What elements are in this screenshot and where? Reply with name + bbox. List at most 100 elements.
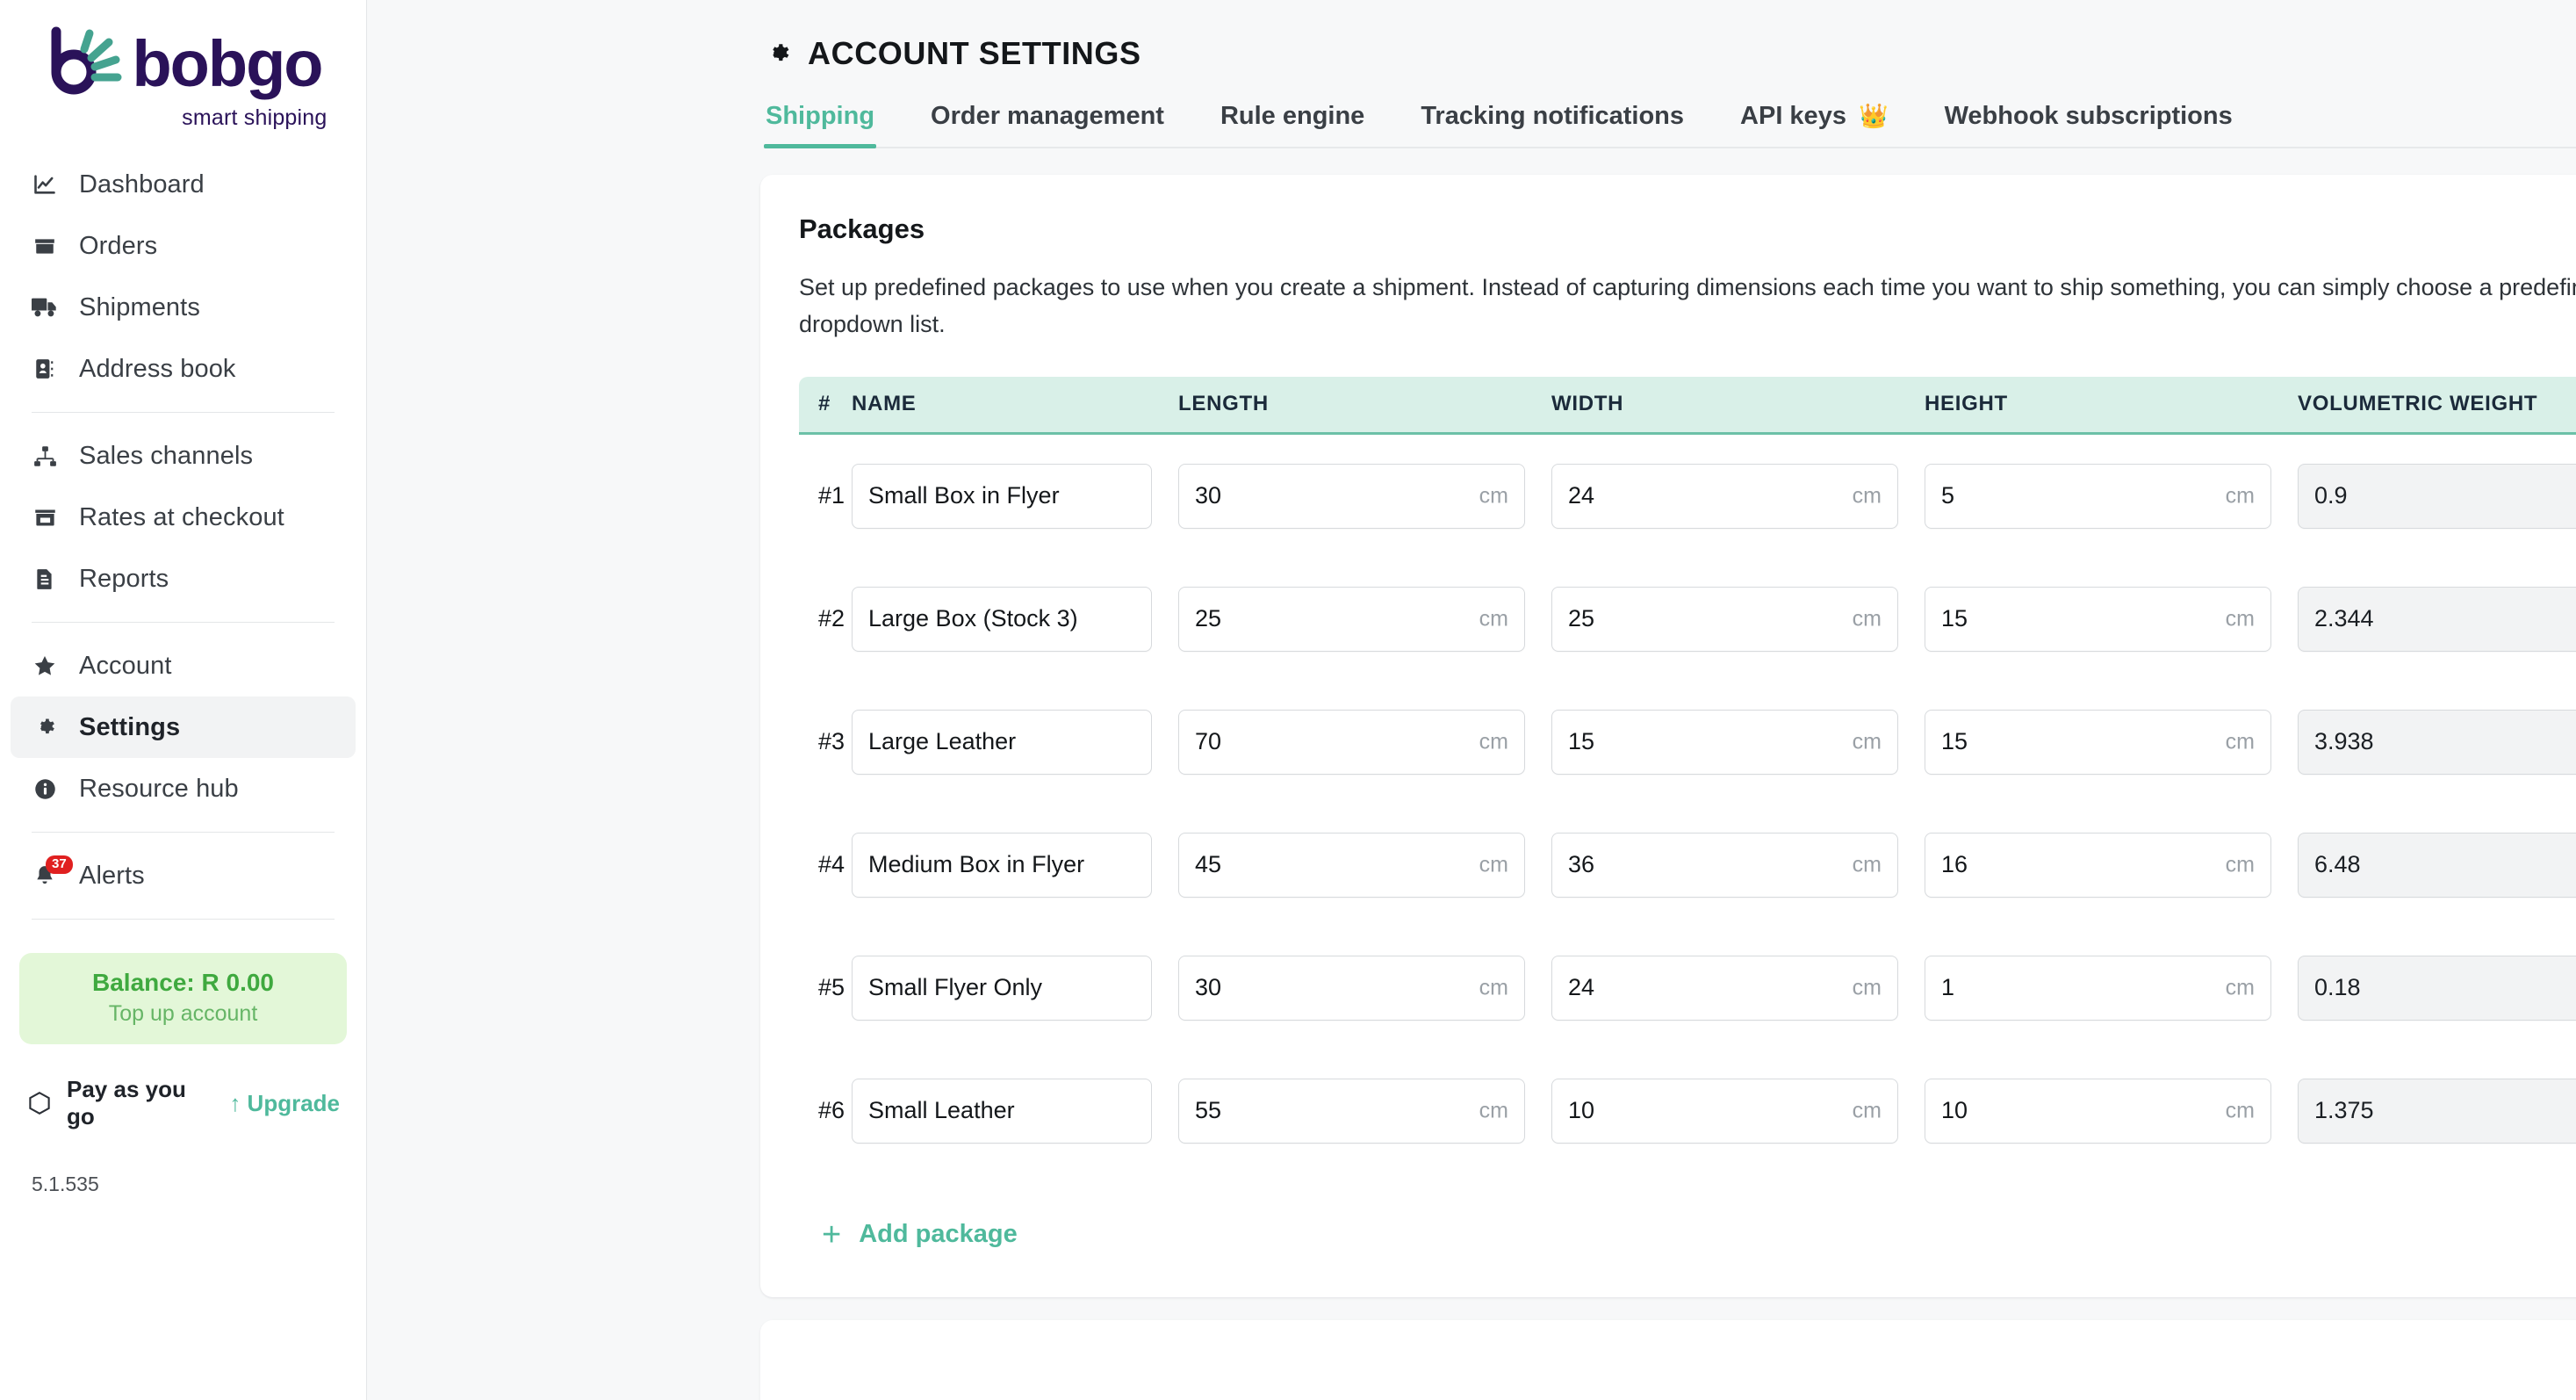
top-up-account-link[interactable]: Top up account: [28, 1001, 338, 1027]
sitemap-icon: [32, 443, 58, 469]
package-height-field[interactable]: cm: [1925, 832, 2271, 898]
sidebar-item-settings[interactable]: Settings: [11, 696, 356, 758]
tab-shipping[interactable]: Shipping: [764, 102, 877, 148]
package-height-field[interactable]: cm: [1925, 709, 2271, 775]
row-number: #3: [818, 728, 845, 755]
packages-title: Packages: [799, 213, 925, 244]
package-width-field[interactable]: cm: [1551, 832, 1898, 898]
package-name-input[interactable]: [853, 956, 1151, 1020]
sidebar-item-orders[interactable]: Orders: [11, 215, 356, 277]
sidebar-item-label: Sales channels: [79, 441, 254, 470]
package-height-field[interactable]: cm: [1925, 1078, 2271, 1144]
sidebar-item-reports[interactable]: Reports: [11, 548, 356, 610]
package-name-field[interactable]: [852, 586, 1152, 652]
package-width-input[interactable]: [1552, 833, 1897, 897]
package-name-input[interactable]: [853, 710, 1151, 774]
package-width-input[interactable]: [1552, 464, 1897, 528]
package-length-input[interactable]: [1179, 956, 1524, 1020]
gear-icon: [32, 714, 58, 740]
sidebar-divider: [32, 622, 335, 623]
sidebar-item-alerts[interactable]: 37 Alerts: [11, 845, 356, 906]
package-name-input[interactable]: [853, 833, 1151, 897]
sidebar-item-label: Shipments: [79, 292, 200, 321]
packages-description: Set up predefined packages to use when y…: [799, 274, 2576, 337]
plus-icon: +: [822, 1216, 842, 1253]
row-number: #1: [818, 482, 845, 509]
tab-tracking-notifications[interactable]: Tracking notifications: [1419, 102, 1686, 147]
package-width-field[interactable]: cm: [1551, 955, 1898, 1021]
column-header-name: NAME: [852, 392, 917, 416]
package-length-input[interactable]: [1179, 464, 1524, 528]
package-length-field[interactable]: cm: [1178, 832, 1525, 898]
sidebar-item-label: Settings: [79, 712, 181, 741]
package-height-field[interactable]: cm: [1925, 463, 2271, 529]
storefront-icon: [32, 504, 58, 530]
tab-rule-engine[interactable]: Rule engine: [1219, 102, 1366, 147]
upgrade-link[interactable]: ↑ Upgrade: [229, 1090, 340, 1117]
sidebar-item-label: Alerts: [79, 861, 145, 890]
package-name-field[interactable]: [852, 709, 1152, 775]
package-volumetric-weight-field: kg: [2298, 463, 2576, 529]
package-width-field[interactable]: cm: [1551, 709, 1898, 775]
brand-logo[interactable]: bobgo smart shipping: [0, 0, 366, 154]
package-name-field[interactable]: [852, 955, 1152, 1021]
package-volumetric-weight-input: [2299, 710, 2576, 774]
packages-card: Packages Set up predefined packages to u…: [760, 175, 2576, 1297]
package-volumetric-weight-field: kg: [2298, 832, 2576, 898]
sidebar-item-label: Resource hub: [79, 774, 239, 803]
packages-table: # NAME LENGTH WIDTH HEIGHT VOLUMETRIC WE…: [799, 376, 2576, 1173]
sidebar-item-label: Reports: [79, 564, 169, 593]
package-width-input[interactable]: [1552, 587, 1897, 651]
column-header-height: HEIGHT: [1925, 392, 2008, 416]
balance-card[interactable]: Balance: R 0.00 Top up account: [19, 953, 347, 1044]
package-width-field[interactable]: cm: [1551, 1078, 1898, 1144]
package-height-input[interactable]: [1925, 956, 2270, 1020]
package-volumetric-weight-input: [2299, 833, 2576, 897]
gear-icon: [764, 40, 792, 68]
package-length-field[interactable]: cm: [1178, 463, 1525, 529]
sidebar-item-resource-hub[interactable]: Resource hub: [11, 758, 356, 819]
sidebar-divider: [32, 919, 335, 920]
add-package-button[interactable]: + Add package: [799, 1218, 1018, 1252]
package-width-field[interactable]: cm: [1551, 586, 1898, 652]
package-width-input[interactable]: [1552, 1079, 1897, 1143]
package-length-input[interactable]: [1179, 710, 1524, 774]
package-length-field[interactable]: cm: [1178, 955, 1525, 1021]
package-width-field[interactable]: cm: [1551, 463, 1898, 529]
package-height-field[interactable]: cm: [1925, 586, 2271, 652]
package-height-field[interactable]: cm: [1925, 955, 2271, 1021]
sidebar-item-sales-channels[interactable]: Sales channels: [11, 425, 356, 487]
package-length-field[interactable]: cm: [1178, 586, 1525, 652]
package-length-field[interactable]: cm: [1178, 1078, 1525, 1144]
package-name-field[interactable]: [852, 1078, 1152, 1144]
package-height-input[interactable]: [1925, 1079, 2270, 1143]
package-length-input[interactable]: [1179, 587, 1524, 651]
tab-webhook-subscriptions[interactable]: Webhook subscriptions: [1943, 102, 2234, 147]
sidebar-item-rates-at-checkout[interactable]: Rates at checkout: [11, 487, 356, 548]
package-width-input[interactable]: [1552, 710, 1897, 774]
app-version: 5.1.535: [32, 1173, 99, 1195]
package-length-input[interactable]: [1179, 1079, 1524, 1143]
package-length-field[interactable]: cm: [1178, 709, 1525, 775]
crown-icon: 👑: [1858, 103, 1889, 129]
package-name-input[interactable]: [853, 1079, 1151, 1143]
sidebar-item-shipments[interactable]: Shipments: [11, 277, 356, 338]
sidebar-item-address-book[interactable]: Address book: [11, 338, 356, 400]
package-height-input[interactable]: [1925, 833, 2270, 897]
package-name-input[interactable]: [853, 587, 1151, 651]
sidebar-item-account[interactable]: Account: [11, 635, 356, 696]
tab-label: Webhook subscriptions: [1944, 102, 2233, 130]
package-length-input[interactable]: [1179, 833, 1524, 897]
package-height-input[interactable]: [1925, 710, 2270, 774]
package-name-field[interactable]: [852, 832, 1152, 898]
tab-label: Order management: [931, 102, 1164, 130]
package-height-input[interactable]: [1925, 464, 2270, 528]
tab-order-management[interactable]: Order management: [929, 102, 1166, 147]
package-name-input[interactable]: [853, 464, 1151, 528]
sidebar-item-dashboard[interactable]: Dashboard: [11, 154, 356, 215]
tab-api-keys[interactable]: API keys 👑: [1738, 102, 1890, 147]
package-width-input[interactable]: [1552, 956, 1897, 1020]
package-name-field[interactable]: [852, 463, 1152, 529]
package-height-input[interactable]: [1925, 587, 2270, 651]
page-title: ACCOUNT SETTINGS: [808, 35, 1141, 71]
